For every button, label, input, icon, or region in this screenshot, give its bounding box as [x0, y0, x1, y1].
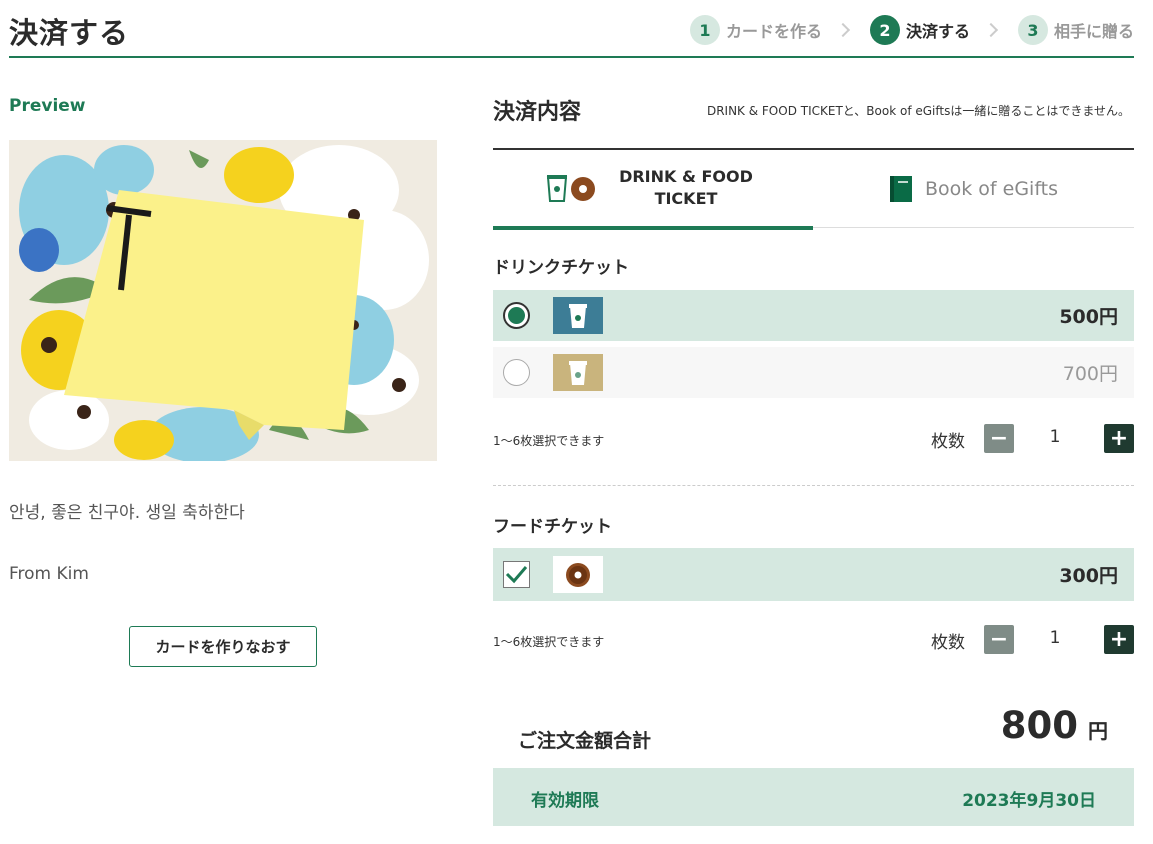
- chevron-right-icon: [983, 22, 999, 38]
- drink-qty-value: 1: [1049, 427, 1061, 447]
- drink-qty-label: 枚数: [931, 432, 965, 452]
- preview-label: Preview: [9, 96, 86, 116]
- tab-book-egifts-label: Book of eGifts: [924, 178, 1059, 200]
- step-1: 1 カードを作る: [689, 15, 822, 45]
- progress-steps: 1 カードを作る 2 決済する 3 相手に贈る: [689, 15, 1134, 45]
- total-amount: 800 円: [1001, 704, 1108, 747]
- drink-quantity-row: 1〜6枚選択できます 枚数 − 1 +: [493, 424, 1134, 454]
- food-qty-minus-button[interactable]: −: [984, 625, 1014, 654]
- expiry-label: 有効期限: [531, 791, 599, 811]
- page-title: 決済する: [9, 16, 130, 50]
- step-3-number: 3: [1017, 15, 1048, 45]
- food-section-title: フードチケット: [493, 517, 612, 537]
- expiry-bar: 有効期限 2023年9月30日: [493, 768, 1134, 826]
- food-qty-plus-button[interactable]: +: [1104, 625, 1134, 654]
- step-1-label: カードを作る: [725, 22, 822, 41]
- book-icon: [889, 176, 912, 202]
- tab-drink-food-label: DRINK & FOOD TICKET: [619, 167, 753, 208]
- drink-qty-note: 1〜6枚選択できます: [493, 434, 605, 448]
- drink-qty-plus-button[interactable]: +: [1104, 424, 1134, 453]
- tab-book-egifts[interactable]: Book of eGifts: [813, 150, 1134, 228]
- tab-drink-food[interactable]: DRINK & FOOD TICKET: [493, 150, 813, 230]
- page-header: 決済する 1 カードを作る 2 決済する 3 相手に贈る: [9, 0, 1134, 58]
- drink-cup-thumbnail: [553, 297, 603, 334]
- total-amount-unit: 円: [1088, 719, 1108, 743]
- chevron-right-icon: [835, 22, 851, 38]
- step-2: 2 決済する: [869, 15, 970, 45]
- donut-thumbnail: [553, 556, 603, 593]
- drink-500-radio[interactable]: [503, 302, 530, 329]
- step-3: 3 相手に贈る: [1017, 15, 1134, 45]
- drink-option-500[interactable]: 500円: [493, 290, 1134, 341]
- total-amount-value: 800: [1000, 704, 1078, 747]
- drink-cup-thumbnail: [553, 354, 603, 391]
- food-qty-note: 1〜6枚選択できます: [493, 635, 605, 649]
- cup-icon: [569, 360, 587, 385]
- card-from: From Kim: [9, 564, 89, 584]
- checkmark-icon: [505, 566, 528, 584]
- step-1-number: 1: [689, 15, 720, 45]
- expiry-date: 2023年9月30日: [962, 791, 1096, 811]
- drink-qty-minus-button[interactable]: −: [984, 424, 1014, 453]
- step-2-number: 2: [869, 15, 900, 45]
- drink-700-radio[interactable]: [503, 359, 530, 386]
- food-option-300[interactable]: 300円: [493, 548, 1134, 601]
- drink-section-title: ドリンクチケット: [493, 258, 629, 278]
- card-illustration: [9, 140, 437, 461]
- donut-icon: [566, 562, 590, 587]
- total-label: ご注文金額合計: [518, 730, 652, 752]
- step-3-label: 相手に贈る: [1053, 22, 1134, 41]
- food-300-price: 300円: [1059, 565, 1118, 587]
- card-message: 안녕, 좋은 친구야. 생일 축하한다: [9, 503, 245, 523]
- summary-note: DRINK & FOOD TICKETと、Book of eGiftsは一緒に贈…: [706, 104, 1130, 118]
- food-qty-label: 枚数: [931, 633, 965, 653]
- drink-500-price: 500円: [1059, 306, 1118, 328]
- drink-option-700[interactable]: 700円: [493, 347, 1134, 398]
- cup-donut-icon: [546, 175, 595, 202]
- drink-700-price: 700円: [1062, 363, 1118, 385]
- summary-title: 決済内容: [493, 100, 582, 125]
- step-2-label: 決済する: [905, 22, 970, 41]
- remake-card-button[interactable]: カードを作りなおす: [129, 626, 317, 667]
- section-divider: [493, 485, 1134, 486]
- food-qty-value: 1: [1049, 628, 1061, 648]
- ticket-tabs: DRINK & FOOD TICKET Book of eGifts: [493, 148, 1134, 230]
- food-quantity-row: 1〜6枚選択できます 枚数 − 1 +: [493, 625, 1134, 655]
- cup-icon: [569, 303, 587, 328]
- food-300-checkbox[interactable]: [503, 561, 530, 588]
- card-preview-image: [9, 140, 437, 461]
